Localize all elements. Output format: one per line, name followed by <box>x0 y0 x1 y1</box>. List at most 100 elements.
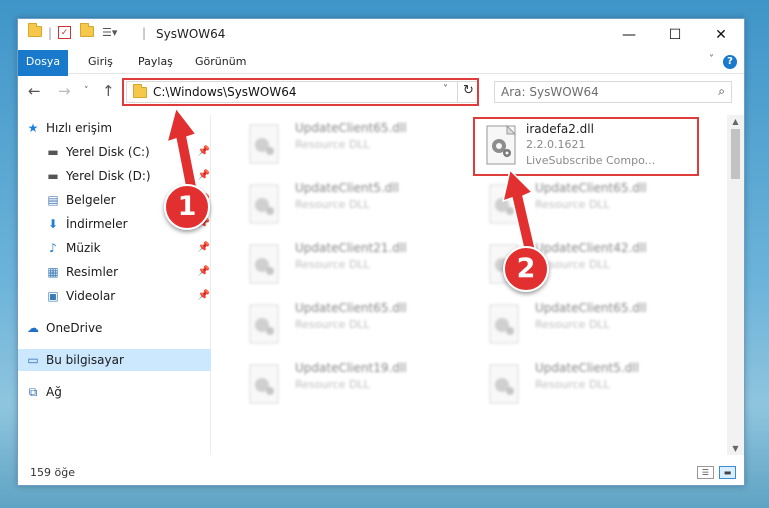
item-count: 159 öğe <box>30 466 75 479</box>
file-type: Resource DLL <box>295 378 370 391</box>
sidebar-item-network[interactable]: ⧉ Ağ <box>24 381 210 403</box>
network-icon: ⧉ <box>28 385 38 399</box>
minimize-button[interactable]: — <box>606 19 652 50</box>
music-icon: ♪ <box>49 241 57 255</box>
file-highlight-box <box>473 117 699 176</box>
sidebar-item-local-disk-c[interactable]: ▬ Yerel Disk (C:) 📌 <box>44 141 210 163</box>
sidebar-item-quick-access[interactable]: ★ Hızlı erişim <box>24 117 204 139</box>
star-icon: ★ <box>27 121 39 135</box>
folder-icon <box>28 23 42 37</box>
file-name: UpdateClient19.dll <box>295 361 407 375</box>
customize-qa-icon[interactable]: ☰▾ <box>102 26 117 39</box>
file-item[interactable]: UpdateClient21.dll Resource DLL <box>233 237 463 287</box>
file-type: Resource DLL <box>535 318 610 331</box>
pin-icon[interactable]: 📌 <box>198 285 210 307</box>
videos-icon: ▣ <box>47 289 59 303</box>
scroll-down-icon[interactable]: ▼ <box>727 444 744 453</box>
file-name: UpdateClient5.dll <box>535 361 639 375</box>
file-item[interactable]: UpdateClient65.dll Resource DLL <box>233 297 463 347</box>
file-item[interactable]: UpdateClient19.dll Resource DLL <box>233 357 463 407</box>
sidebar-item-label: İndirmeler <box>66 217 128 231</box>
file-item[interactable]: UpdateClient5.dll Resource DLL <box>473 357 703 407</box>
pin-icon[interactable]: 📌 <box>198 261 210 283</box>
dll-file-icon <box>245 243 283 285</box>
drive-icon: ▬ <box>47 169 59 183</box>
dll-file-icon <box>485 303 523 345</box>
file-item[interactable]: UpdateClient65.dll Resource DLL <box>473 177 703 227</box>
navigation-pane: ★ Hızlı erişim ▬ Yerel Disk (C:) 📌 ▬ Yer… <box>18 115 211 455</box>
tiles-view-icon[interactable]: ▬ <box>719 466 736 479</box>
help-icon[interactable]: ? <box>723 55 737 69</box>
tab-view[interactable]: Görünüm <box>195 50 246 74</box>
file-type: Resource DLL <box>535 378 610 391</box>
ribbon-tabs: Dosya Giriş Paylaş Görünüm ˅ ? <box>18 50 744 100</box>
recent-locations-icon[interactable]: ˅ <box>84 86 89 96</box>
file-name: UpdateClient21.dll <box>295 241 407 255</box>
sidebar-item-label: Resimler <box>66 265 119 279</box>
pin-icon[interactable]: 📌 <box>198 237 210 259</box>
pictures-icon: ▦ <box>47 265 59 279</box>
file-type: Resource DLL <box>295 198 370 211</box>
tab-home[interactable]: Giriş <box>88 50 113 74</box>
sidebar-item-label: Bu bilgisayar <box>46 353 124 367</box>
status-bar: 159 öğe ☰ ▬ <box>18 461 744 485</box>
separator: | <box>48 26 53 40</box>
file-name: UpdateClient65.dll <box>295 121 407 135</box>
sidebar-item-label: Ağ <box>46 385 62 399</box>
title-bar: | ✓ ☰▾ | SysWOW64 — ☐ ✕ <box>18 19 744 50</box>
sidebar-item-label: Yerel Disk (D:) <box>66 169 151 183</box>
tab-share[interactable]: Paylaş <box>138 50 173 74</box>
sidebar-item-label: Belgeler <box>66 193 116 207</box>
dll-file-icon <box>245 303 283 345</box>
pin-icon[interactable]: 📌 <box>198 141 210 163</box>
file-name: UpdateClient5.dll <box>295 181 399 195</box>
search-input[interactable]: Ara: SysWOW64 <box>501 85 599 99</box>
file-type: Resource DLL <box>295 258 370 271</box>
dll-file-icon <box>485 183 523 225</box>
download-icon: ⬇ <box>47 217 59 231</box>
sidebar-item-this-pc[interactable]: ▭ Bu bilgisayar <box>18 349 211 371</box>
file-type: Resource DLL <box>295 138 370 151</box>
up-arrow-icon[interactable]: ↑ <box>102 82 115 100</box>
properties-icon[interactable]: ✓ <box>58 26 71 39</box>
sidebar-item-music[interactable]: ♪ Müzik 📌 <box>44 237 210 259</box>
file-item[interactable]: UpdateClient65.dll Resource DLL <box>473 297 703 347</box>
forward-arrow-icon[interactable]: → <box>58 82 71 100</box>
sidebar-item-pictures[interactable]: ▦ Resimler 📌 <box>44 261 210 283</box>
close-button[interactable]: ✕ <box>698 19 744 50</box>
search-box[interactable]: Ara: SysWOW64 ⌕ <box>494 81 732 103</box>
dll-file-icon <box>245 363 283 405</box>
pin-icon[interactable]: 📌 <box>198 165 210 187</box>
sidebar-item-onedrive[interactable]: ☁ OneDrive <box>24 317 210 339</box>
maximize-button[interactable]: ☐ <box>652 19 698 50</box>
expand-ribbon-icon[interactable]: ˅ <box>709 54 714 65</box>
file-name: UpdateClient65.dll <box>295 301 407 315</box>
callout-badge-two: 2 <box>503 246 549 292</box>
sidebar-item-label: Videolar <box>66 289 116 303</box>
file-name: UpdateClient65.dll <box>535 181 647 195</box>
scroll-up-icon[interactable]: ▲ <box>727 117 744 126</box>
window-title: SysWOW64 <box>156 27 226 41</box>
documents-icon: ▤ <box>47 193 59 207</box>
sidebar-item-videos[interactable]: ▣ Videolar 📌 <box>44 285 210 307</box>
sidebar-item-label: Müzik <box>66 241 101 255</box>
file-type: Resource DLL <box>535 198 610 211</box>
search-icon[interactable]: ⌕ <box>718 84 725 99</box>
file-item[interactable]: UpdateClient65.dll Resource DLL <box>233 117 463 167</box>
file-item[interactable]: UpdateClient5.dll Resource DLL <box>233 177 463 227</box>
address-highlight-box <box>122 78 479 106</box>
new-folder-icon[interactable] <box>80 23 94 37</box>
sidebar-item-label: Hızlı erişim <box>46 121 113 135</box>
sidebar-item-label: OneDrive <box>46 321 103 335</box>
file-name: UpdateClient42.dll <box>535 241 647 255</box>
computer-icon: ▭ <box>27 353 39 367</box>
scroll-thumb[interactable] <box>731 129 740 179</box>
callout-badge-one: 1 <box>164 184 210 230</box>
vertical-scrollbar[interactable]: ▲ ▼ <box>727 115 744 455</box>
dll-file-icon <box>245 123 283 165</box>
drive-icon: ▬ <box>47 145 59 159</box>
file-type: Resource DLL <box>295 318 370 331</box>
back-arrow-icon[interactable]: ← <box>28 82 41 100</box>
details-view-icon[interactable]: ☰ <box>697 466 714 479</box>
separator: | <box>142 26 147 40</box>
